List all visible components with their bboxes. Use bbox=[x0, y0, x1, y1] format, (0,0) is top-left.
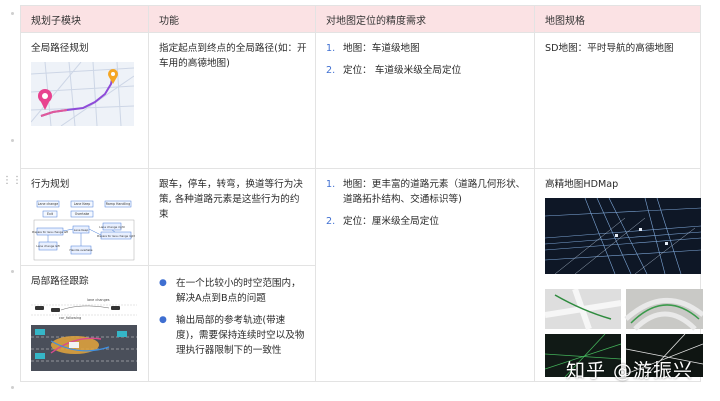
margin-dot bbox=[11, 12, 14, 15]
header-cell: 对地图定位的精度需求 bbox=[315, 5, 535, 33]
list-item: 2. 定位：厘米级全局定位 bbox=[326, 214, 526, 229]
margin-dot bbox=[11, 386, 14, 389]
list-number: 2. bbox=[326, 65, 336, 76]
module-name: 局部路径跟踪 bbox=[31, 276, 89, 287]
diagram-box-label: Handle overtake bbox=[69, 248, 92, 252]
diagram-box-label: Overtake bbox=[75, 212, 90, 216]
function-cell: ● 在一个比较小的时空范围内，解决A点到B点的问题 ● 输出局部的参考轨迹(带速… bbox=[148, 265, 316, 382]
watermark: 知乎 @游振兴 bbox=[566, 360, 694, 382]
diagram-label: car_following bbox=[59, 316, 81, 320]
diagram-box-label: Lane change left bbox=[36, 244, 60, 248]
accuracy-cell: 1. 地图：车道级地图 2. 定位： 车道级米级全局定位 bbox=[315, 32, 535, 169]
list-text: 定位：厘米级全局定位 bbox=[343, 216, 439, 227]
bullet-icon: ● bbox=[159, 278, 167, 288]
bullet-icon: ● bbox=[159, 315, 167, 325]
list-number: 2. bbox=[326, 216, 336, 227]
diagram-box-label: Lane Keep bbox=[74, 228, 89, 232]
module-cell: 行为规划 Lane change Lane Keep Ramp Handling… bbox=[20, 168, 149, 266]
accuracy-cell: 1. 地图：更丰富的道路元素（道路几何形状、道路拓扑结构、交通标识等) 2. 定… bbox=[315, 168, 535, 382]
map-spec-text: 高精地图HDMap bbox=[545, 179, 619, 190]
margin-dot bbox=[11, 270, 14, 273]
header-cell: 功能 bbox=[148, 5, 316, 33]
function-cell: 跟车，停车，转弯，换道等行为决策, 各种道路元素是这些行为的约束 bbox=[148, 168, 316, 266]
margin-dot bbox=[11, 139, 14, 142]
table-row: 全局路径规划 指定起点到终点的全局路径(如：开车用的高德地图) 1. 地图：车道… bbox=[20, 32, 701, 169]
list-item: 1. 地图：更丰富的道路元素（道路几何形状、道路拓扑结构、交通标识等) bbox=[326, 177, 526, 207]
row-drag-handle-icon[interactable]: ⋮⋮ bbox=[2, 174, 22, 188]
list-text: 地图：更丰富的道路元素（道路几何形状、道路拓扑结构、交通标识等) bbox=[343, 179, 526, 205]
diagram-box-label: Lane change bbox=[38, 202, 58, 206]
list-item: ● 在一个比较小的时空范围内，解决A点到B点的问题 bbox=[159, 276, 307, 306]
list-item: 2. 定位： 车道级米级全局定位 bbox=[326, 63, 526, 78]
header-cell: 地图规格 bbox=[534, 5, 701, 33]
table-header-row: 规划子模块 功能 对地图定位的精度需求 地图规格 bbox=[20, 5, 701, 33]
map-spec-cell: 高精地图HDMap bbox=[534, 168, 703, 382]
module-cell: 局部路径跟踪 lane changes car_following bbox=[20, 265, 149, 382]
diagram-box-label: Lane Keep bbox=[74, 202, 91, 206]
diagram-label: lane changes bbox=[87, 298, 110, 302]
list-text: 地图：车道级地图 bbox=[343, 43, 420, 54]
header-cell: 规划子模块 bbox=[20, 5, 149, 33]
module-cell: 全局路径规划 bbox=[20, 32, 149, 169]
map-spec-cell: SD地图：平时导航的高德地图 bbox=[534, 32, 701, 169]
list-text: 在一个比较小的时空范围内，解决A点到B点的问题 bbox=[176, 278, 301, 304]
list-text: 输出局部的参考轨迹(带速度)，需要保持连续时空以及物理执行器限制下的一致性 bbox=[176, 315, 305, 356]
document-page: ⋮⋮ 规划子模块 功能 对地图定位的精度需求 地图规格 全局路径规划 指定起点到… bbox=[0, 0, 720, 401]
path-tracking-image: lane changes car_following bbox=[31, 295, 137, 371]
behavior-diagram-image: Lane change Lane Keep Ramp Handling Exit… bbox=[31, 198, 137, 262]
list-text: 定位： 车道级米级全局定位 bbox=[343, 65, 462, 76]
diagram-box-label: Prepare for lane change right bbox=[97, 234, 135, 238]
diagram-box-label: Lane change right bbox=[99, 225, 125, 229]
hdmap-image bbox=[544, 197, 702, 275]
list-item: ● 输出局部的参考轨迹(带速度)，需要保持连续时空以及物理执行器限制下的一致性 bbox=[159, 313, 307, 358]
list-number: 1. bbox=[326, 43, 336, 54]
navigation-map-image bbox=[31, 62, 134, 126]
diagram-box-label: Prepare for lane change left bbox=[32, 230, 68, 234]
function-cell: 指定起点到终点的全局路径(如：开车用的高德地图) bbox=[148, 32, 316, 169]
list-number: 1. bbox=[326, 179, 336, 190]
diagram-box-label: Exit bbox=[47, 212, 54, 216]
list-item: 1. 地图：车道级地图 bbox=[326, 41, 526, 56]
diagram-box-label: Ramp Handling bbox=[106, 202, 130, 206]
module-name: 全局路径规划 bbox=[31, 43, 89, 54]
table-row: 行为规划 Lane change Lane Keep Ramp Handling… bbox=[20, 168, 703, 382]
planning-table: 规划子模块 功能 对地图定位的精度需求 地图规格 全局路径规划 指定起点到终点的… bbox=[20, 5, 703, 382]
module-name: 行为规划 bbox=[31, 179, 70, 190]
